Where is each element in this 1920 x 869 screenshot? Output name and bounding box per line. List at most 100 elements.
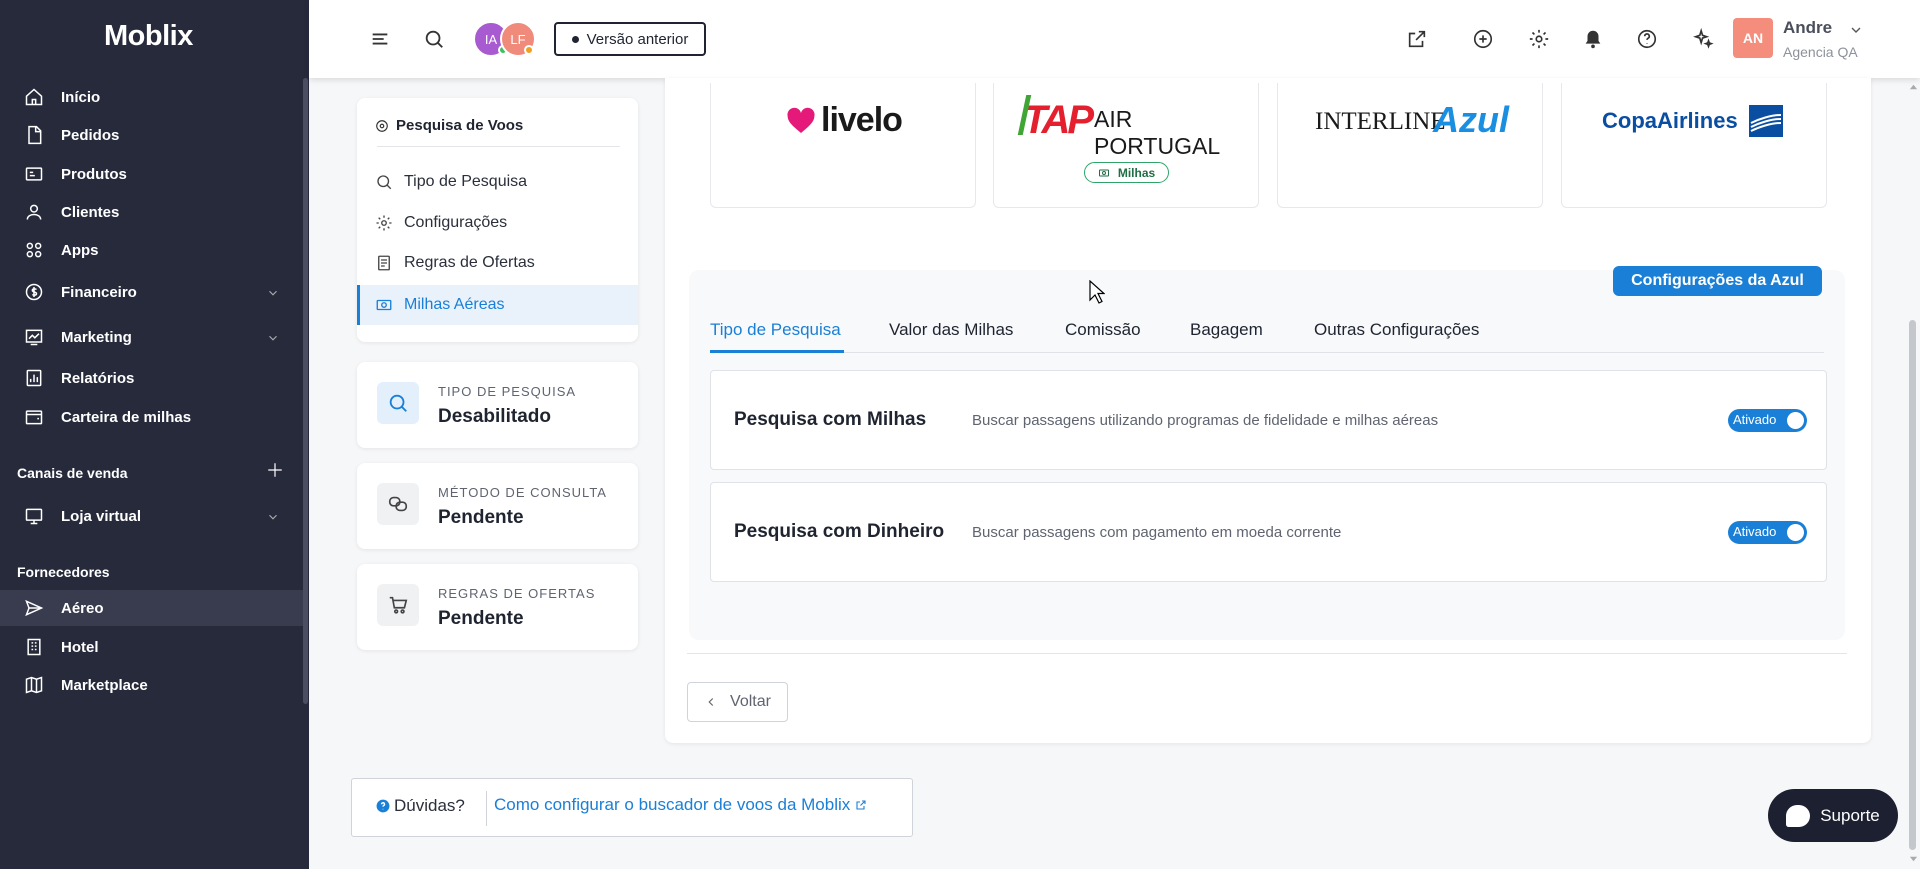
toggle-knob — [1787, 524, 1804, 541]
help-link[interactable]: Como configurar o buscador de voos da Mo… — [494, 795, 867, 815]
link-icon — [388, 496, 408, 512]
sidebar-item-produtos[interactable]: Produtos — [0, 156, 303, 192]
chevron-down-icon — [269, 335, 277, 341]
home-icon — [25, 88, 43, 106]
user-name[interactable]: Andre — [1783, 18, 1832, 38]
azul-logo: Azul — [1433, 99, 1509, 140]
sidebar-item-relatorios[interactable]: Relatórios — [0, 360, 303, 396]
option-row-dinheiro: Pesquisa com Dinheiro Buscar passagens c… — [710, 482, 1827, 582]
status-label: TIPO DE PESQUISA — [438, 384, 577, 399]
tab-tipo-pesquisa[interactable]: Tipo de Pesquisa — [710, 320, 841, 340]
dollar-icon — [25, 283, 43, 301]
tabs-divider — [710, 352, 1824, 353]
help-box: Dúvidas? Como configurar o buscador de v… — [351, 778, 913, 837]
building-icon — [27, 638, 41, 656]
gear-icon — [376, 120, 388, 132]
sidebar-item-financeiro[interactable]: Financeiro — [0, 274, 303, 310]
status-card-metodo-consulta: MÉTODO DE CONSULTA Pendente — [357, 463, 638, 549]
status-label: REGRAS DE OFERTAS — [438, 586, 596, 601]
menu-item-label: Configurações — [404, 214, 508, 231]
interline-text: INTERLINE — [1315, 108, 1446, 135]
scroll-down-icon[interactable] — [1909, 855, 1918, 864]
file-icon — [28, 125, 42, 145]
sidebar-item-aereo[interactable]: Aéreo — [0, 590, 303, 626]
option-title: Pesquisa com Milhas — [734, 409, 927, 430]
sidebar-item-label: Financeiro — [61, 283, 137, 301]
menu-divider — [377, 146, 620, 147]
chevron-down-icon — [269, 514, 277, 520]
menu-item-label: Milhas Aéreas — [404, 296, 505, 313]
sidebar-item-hotel[interactable]: Hotel — [0, 629, 303, 665]
menu-item-regras-ofertas[interactable]: Regras de Ofertas — [357, 243, 638, 283]
gear-icon[interactable] — [1528, 28, 1550, 50]
chevron-down-icon — [269, 290, 277, 296]
sidebar-item-label: Marketplace — [61, 676, 148, 694]
support-button[interactable]: Suporte — [1768, 789, 1898, 842]
livelo-logo: livelo — [821, 101, 903, 139]
toggle-label: Ativado — [1733, 524, 1777, 539]
sidebar-item-clientes[interactable]: Clientes — [0, 194, 303, 230]
chart-icon — [25, 329, 43, 346]
document-icon — [378, 255, 390, 271]
menu-icon[interactable] — [369, 28, 391, 50]
sparkles-icon[interactable] — [1692, 28, 1714, 50]
airline-card-copa[interactable]: CopaAirlines — [1561, 83, 1827, 208]
sidebar-item-pedidos[interactable]: Pedidos — [0, 117, 303, 153]
box-icon — [25, 167, 43, 181]
sidebar-item-marketing[interactable]: Marketing — [0, 319, 303, 355]
sidebar-item-inicio[interactable]: Início — [0, 79, 303, 115]
tab-outras-configuracoes[interactable]: Outras Configurações — [1314, 320, 1479, 340]
active-tab-indicator — [710, 350, 844, 353]
azul-config-button[interactable]: Configurações da Azul — [1613, 266, 1822, 296]
tab-valor-milhas[interactable]: Valor das Milhas — [889, 320, 1013, 340]
sidebar-item-marketplace[interactable]: Marketplace — [0, 667, 303, 703]
toggle-milhas[interactable]: Ativado — [1728, 409, 1807, 432]
help-question-text: Dúvidas? — [394, 796, 465, 815]
airline-card-azul[interactable]: INTERLINE Azul — [1277, 83, 1543, 208]
back-button[interactable]: Voltar — [687, 682, 788, 722]
moblix-logo[interactable]: Moblix — [104, 20, 193, 53]
sidebar-scrollbar[interactable] — [303, 78, 308, 704]
bell-icon[interactable] — [1582, 28, 1604, 50]
menu-item-label: Regras de Ofertas — [404, 254, 535, 271]
copa-globe-icon — [1749, 105, 1783, 137]
help-link-text: Como configurar o buscador de voos da Mo… — [494, 795, 851, 814]
menu-item-tipo-pesquisa[interactable]: Tipo de Pesquisa — [357, 162, 638, 202]
search-icon[interactable] — [423, 28, 445, 50]
sidebar-item-label: Hotel — [61, 638, 99, 656]
previous-version-button[interactable]: Versão anterior — [554, 22, 706, 56]
tap-air-portugal-text: AIR PORTUGAL — [1094, 106, 1221, 159]
page-scrollbar[interactable] — [1909, 320, 1916, 850]
sidebar-item-label: Carteira de milhas — [61, 408, 192, 426]
user-avatar[interactable]: AN — [1733, 18, 1773, 58]
sidebar-item-label: Marketing — [61, 328, 132, 346]
tab-comissao[interactable]: Comissão — [1065, 320, 1141, 340]
toggle-label: Ativado — [1733, 412, 1777, 427]
sidebar-item-apps[interactable]: Apps — [0, 232, 303, 268]
copa-logo: CopaAirlines — [1602, 108, 1738, 133]
tab-bagagem[interactable]: Bagagem — [1190, 320, 1263, 340]
miles-icon — [1098, 169, 1109, 176]
sidebar-item-label: Produtos — [61, 165, 127, 183]
sidebar-item-label: Relatórios — [61, 369, 135, 387]
sidebar-item-label: Aéreo — [61, 599, 104, 617]
map-icon — [25, 676, 43, 694]
status-icon-box — [377, 584, 419, 626]
sidebar-item-carteira[interactable]: Carteira de milhas — [0, 399, 303, 435]
option-title: Pesquisa com Dinheiro — [734, 521, 945, 542]
gear-icon — [376, 215, 392, 231]
menu-item-configuracoes[interactable]: Configurações — [357, 203, 638, 243]
miles-badge-label: Milhas — [1117, 165, 1156, 180]
menu-item-milhas-aereas[interactable]: Milhas Aéreas — [357, 285, 638, 325]
chevron-down-icon[interactable] — [1848, 22, 1864, 38]
airline-card-tap[interactable]: TAP AIR PORTUGAL — [993, 83, 1259, 208]
help-icon[interactable] — [1636, 28, 1658, 50]
external-link-icon[interactable] — [1406, 28, 1428, 50]
plus-icon[interactable] — [266, 461, 284, 479]
sidebar: Moblix Início Pedidos Produtos Clientes … — [0, 0, 309, 869]
toggle-dinheiro[interactable]: Ativado — [1728, 521, 1807, 544]
scroll-up-icon[interactable] — [1909, 82, 1918, 91]
add-circle-icon[interactable] — [1472, 28, 1494, 50]
airline-card-livelo[interactable]: livelo — [710, 83, 976, 208]
sidebar-item-loja-virtual[interactable]: Loja virtual — [0, 498, 303, 534]
